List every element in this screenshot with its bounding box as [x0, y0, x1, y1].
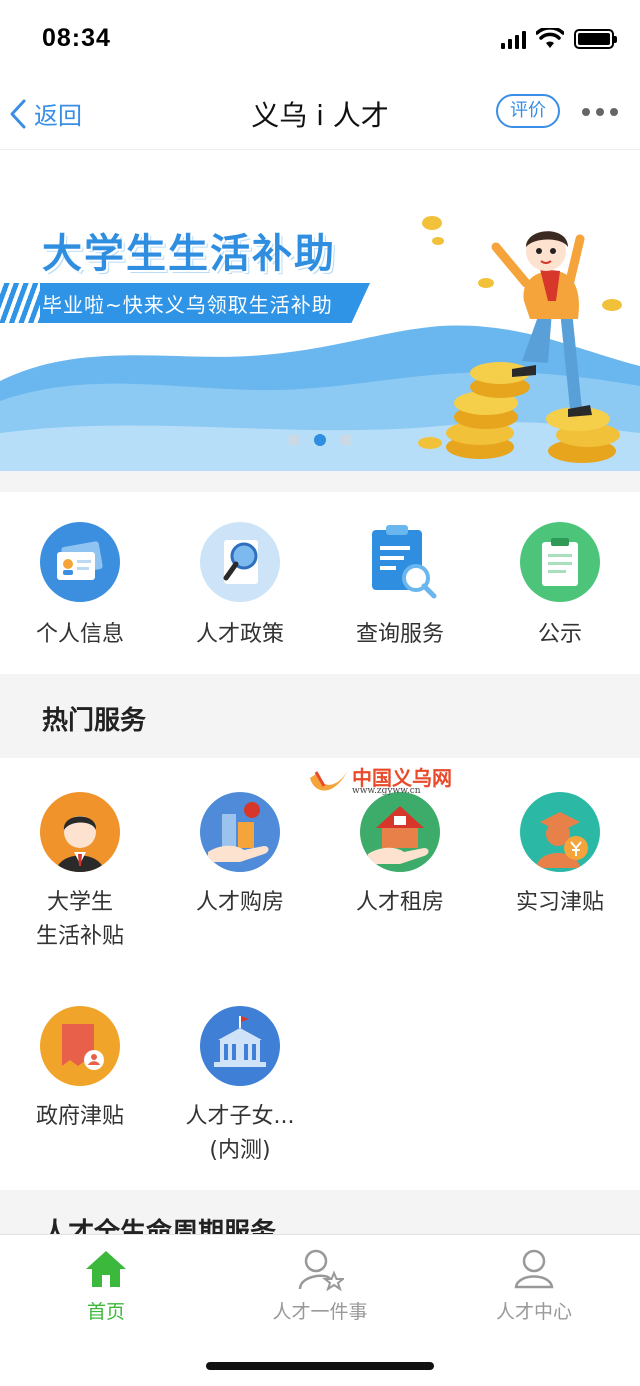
service-label: 大学生 生活补贴: [36, 886, 124, 954]
quick-menu: 个人信息 人才政策 查询服务 公示: [0, 492, 640, 674]
hot-services-header: 热门服务: [0, 674, 640, 758]
person-icon: [514, 1249, 554, 1289]
carousel-indicator: [0, 434, 640, 446]
watermark-logo: 中国义乌网 www.zgyww.cn: [300, 762, 470, 802]
more-dots-icon[interactable]: [582, 100, 618, 124]
service-label: 人才租房: [356, 886, 444, 920]
divider: [0, 471, 640, 492]
service-label-line: (内测): [209, 1138, 271, 1163]
tab-talent-one-thing[interactable]: 人才一件事: [240, 1247, 400, 1324]
graduate-person-icon: [40, 792, 120, 872]
service-label-line: 人才子女...: [185, 1104, 295, 1129]
banner-stripes: [0, 283, 40, 323]
nav-bar: 返回 义乌 i 人才 评价: [0, 78, 640, 150]
tab-talent-center[interactable]: 人才中心: [454, 1247, 614, 1324]
tab-label: 首页: [86, 1301, 125, 1323]
home-icon: [86, 1251, 126, 1287]
house-purchase-icon: [200, 792, 280, 872]
quick-item-label: 查询服务: [355, 622, 444, 647]
section-title: 热门服务: [42, 706, 147, 736]
banner-subtitle: 毕业啦~快来义乌领取生活补助: [42, 293, 333, 317]
id-card-icon: [40, 522, 120, 602]
quick-item-query-service[interactable]: 查询服务: [320, 492, 480, 674]
quick-item-personal-info[interactable]: 个人信息: [0, 492, 160, 674]
person-star-icon: [298, 1249, 344, 1291]
banner-carousel[interactable]: 大学生生活补助 毕业啦~快来义乌领取生活补助: [0, 151, 640, 471]
tab-label: 人才中心: [495, 1301, 572, 1323]
carousel-dot[interactable]: [288, 434, 300, 446]
status-time: 08:34: [42, 24, 111, 52]
service-label-line: 人才租房: [355, 890, 444, 915]
service-label: 人才子女... (内测): [186, 1100, 295, 1168]
status-bar: 08:34: [0, 0, 640, 78]
service-talent-children[interactable]: 人才子女... (内测): [160, 1006, 320, 1168]
service-label-line: 政府津贴: [35, 1104, 124, 1129]
home-indicator[interactable]: [206, 1362, 434, 1370]
service-government-allowance[interactable]: 政府津贴: [0, 1006, 160, 1134]
quick-item-public-notice[interactable]: 公示: [480, 492, 640, 674]
service-talent-house-purchase[interactable]: 人才购房: [160, 792, 320, 920]
rate-button[interactable]: 评价: [496, 94, 560, 128]
banner-title: 大学生生活补助: [42, 231, 336, 277]
house-rent-icon: [360, 792, 440, 872]
carousel-dot-active[interactable]: [314, 434, 326, 446]
service-label: 人才购房: [196, 886, 284, 920]
government-allowance-icon: [40, 1006, 120, 1086]
service-label-line: 生活补贴: [35, 924, 124, 949]
service-talent-house-rent[interactable]: 人才租房: [320, 792, 480, 920]
quick-item-label: 人才政策: [195, 622, 284, 647]
status-icons: [501, 28, 617, 50]
battery-icon: [574, 29, 617, 49]
carousel-dot[interactable]: [340, 434, 352, 446]
quick-item-label: 个人信息: [35, 622, 124, 647]
service-label-line: 人才购房: [195, 890, 284, 915]
service-label-line: 大学生: [46, 890, 113, 915]
intern-allowance-icon: [520, 792, 600, 872]
quick-item-talent-policy[interactable]: 人才政策: [160, 492, 320, 674]
school-building-icon: [200, 1006, 280, 1086]
wifi-icon: [536, 28, 564, 48]
signal-icon: [501, 29, 526, 49]
tab-home[interactable]: 首页: [26, 1247, 186, 1324]
service-college-living-subsidy[interactable]: 大学生 生活补贴: [0, 792, 160, 954]
watermark-url: www.zgyww.cn: [352, 786, 421, 796]
service-label: 政府津贴: [36, 1100, 124, 1134]
clipboard-search-icon: [360, 522, 440, 602]
service-internship-allowance[interactable]: 实习津贴: [480, 792, 640, 920]
watermark-swoosh-icon: [310, 770, 348, 791]
hot-services-grid: 大学生 生活补贴 人才购房 人才租房 实习津贴 政府津贴 人才子女... (内测…: [0, 760, 640, 1190]
tab-label: 人才一件事: [272, 1301, 368, 1323]
service-label-line: 实习津贴: [515, 890, 604, 915]
magnifier-document-icon: [200, 522, 280, 602]
service-label: 实习津贴: [516, 886, 604, 920]
quick-item-label: 公示: [537, 622, 582, 647]
clipboard-icon: [520, 522, 600, 602]
